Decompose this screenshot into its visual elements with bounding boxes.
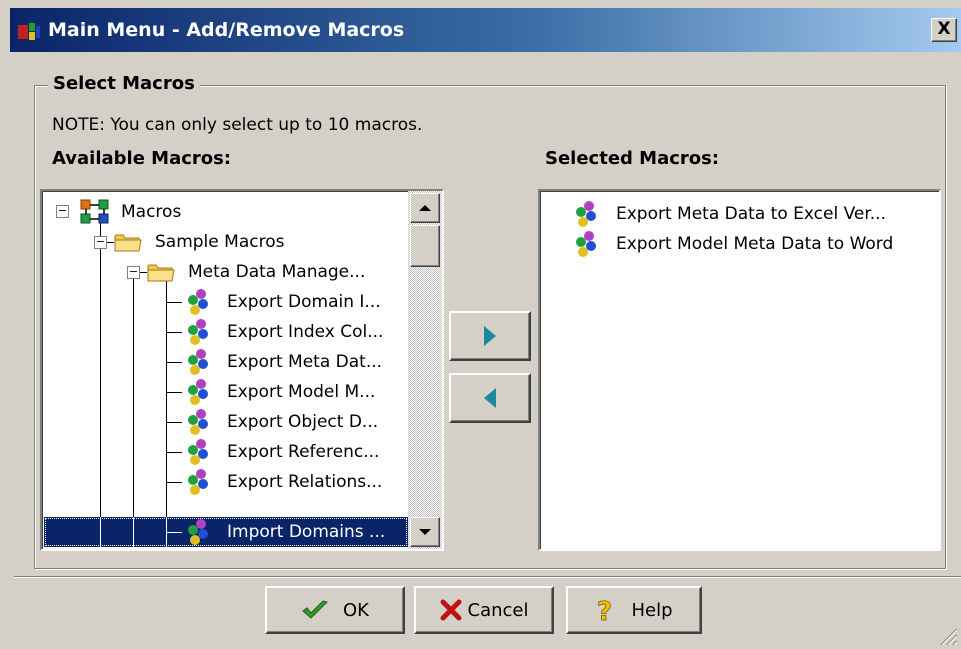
tree-node-macro[interactable]: Export Domain I...	[182, 287, 384, 317]
tree-node-macro[interactable]: Export Index Col...	[182, 317, 386, 347]
group-title: Select Macros	[48, 73, 200, 94]
macro-tree-icon	[80, 199, 109, 224]
tree-line	[166, 482, 182, 483]
tree-node-label: Export Meta Dat...	[227, 352, 383, 372]
tree-node-label: Import Domains ...	[227, 522, 386, 542]
tree-node-label: Export Model M...	[227, 382, 376, 402]
title-bar: Main Menu - Add/Remove Macros X	[10, 8, 961, 52]
tree-line	[166, 452, 182, 453]
window-title: Main Menu - Add/Remove Macros	[48, 19, 405, 41]
ok-button[interactable]: OK	[265, 586, 405, 634]
scroll-down-button[interactable]	[410, 517, 440, 547]
tree-node-label: Export Index Col...	[227, 322, 384, 342]
tree-node-macros[interactable]: Macros	[80, 197, 184, 227]
separator	[14, 576, 961, 578]
tree-node-macro[interactable]: Export Model M...	[182, 377, 378, 407]
macro-icon	[188, 349, 208, 375]
tree-line	[166, 532, 182, 533]
selection-limit-note: NOTE: You can only select up to 10 macro…	[52, 115, 423, 135]
red-x-icon	[440, 599, 462, 621]
available-macros-label: Available Macros:	[52, 148, 232, 169]
list-item-label: Export Model Meta Data to Word	[616, 234, 894, 254]
scroll-down-icon	[419, 529, 431, 535]
tree-line	[166, 302, 182, 303]
list-item[interactable]: Export Model Meta Data to Word	[570, 229, 893, 259]
tree-node-label: Meta Data Manage...	[188, 262, 366, 282]
tree-line	[166, 332, 182, 333]
arrow-left-icon	[484, 388, 496, 408]
available-macros-tree[interactable]: − − − Macros Sample Macros Meta Data Man…	[40, 189, 444, 551]
macro-icon	[188, 379, 208, 405]
app-icon	[18, 23, 40, 40]
tree-node-label: Export Domain I...	[227, 292, 381, 312]
svg-text:?: ?	[597, 597, 612, 624]
tree-line	[166, 392, 182, 393]
list-item-label: Export Meta Data to Excel Ver...	[616, 204, 886, 224]
tree-line	[166, 517, 167, 549]
macro-icon	[188, 439, 208, 465]
tree-node-label: Macros	[121, 202, 182, 222]
help-label: Help	[631, 599, 673, 621]
tree-node-label: Export Relations...	[227, 472, 383, 492]
tree-line	[100, 517, 101, 549]
help-button[interactable]: ? Help	[566, 586, 702, 634]
folder-icon	[114, 234, 142, 252]
tree-line	[166, 422, 182, 423]
scroll-up-icon	[419, 205, 431, 211]
scroll-up-button[interactable]	[410, 193, 440, 223]
macro-icon	[188, 289, 208, 315]
macro-icon	[576, 231, 596, 257]
tree-node-meta-data-management[interactable]: Meta Data Manage...	[147, 257, 368, 287]
resize-grip-icon[interactable]	[935, 623, 959, 647]
folder-icon	[147, 264, 175, 282]
tree-content: − − − Macros Sample Macros Meta Data Man…	[42, 191, 408, 549]
macro-icon	[188, 319, 208, 345]
macro-icon	[188, 409, 208, 435]
question-mark-icon: ?	[595, 596, 617, 624]
tree-node-macro[interactable]: Export Referenc...	[182, 437, 382, 467]
macro-icon	[576, 201, 596, 227]
list-item[interactable]: Export Meta Data to Excel Ver...	[570, 199, 886, 229]
ok-label: OK	[343, 599, 369, 621]
selected-macros-list[interactable]: Export Meta Data to Excel Ver... Export …	[538, 189, 941, 551]
add-macro-button[interactable]	[449, 311, 531, 361]
tree-line	[133, 517, 134, 549]
macro-icon	[188, 469, 208, 495]
tree-node-label: Sample Macros	[155, 232, 285, 252]
collapse-root-toggle[interactable]: −	[56, 205, 69, 218]
tree-node-macro-selected[interactable]: Import Domains ...	[182, 517, 388, 547]
arrow-right-icon	[484, 326, 496, 346]
tree-line	[166, 362, 182, 363]
collapse-meta-data-toggle[interactable]: −	[127, 266, 140, 279]
checkmark-icon	[301, 599, 329, 621]
selected-macros-label: Selected Macros:	[545, 148, 720, 169]
macro-icon	[188, 519, 208, 545]
tree-node-label: Export Object D...	[227, 412, 379, 432]
tree-line	[166, 279, 167, 549]
tree-node-label: Export Referenc...	[227, 442, 380, 462]
collapse-sample-macros-toggle[interactable]: −	[94, 236, 107, 249]
tree-node-macro[interactable]: Export Meta Dat...	[182, 347, 385, 377]
tree-vertical-scrollbar[interactable]	[408, 191, 442, 549]
tree-line	[133, 279, 134, 549]
cancel-button[interactable]: Cancel	[414, 586, 554, 634]
remove-macro-button[interactable]	[449, 373, 531, 423]
tree-line	[100, 249, 101, 549]
tree-node-sample-macros[interactable]: Sample Macros	[114, 227, 287, 257]
cancel-label: Cancel	[467, 599, 529, 621]
tree-node-macro[interactable]: Export Relations...	[182, 467, 385, 497]
tree-node-macro[interactable]: Export Object D...	[182, 407, 381, 437]
close-button[interactable]: X	[931, 18, 957, 42]
scroll-thumb[interactable]	[410, 225, 440, 267]
